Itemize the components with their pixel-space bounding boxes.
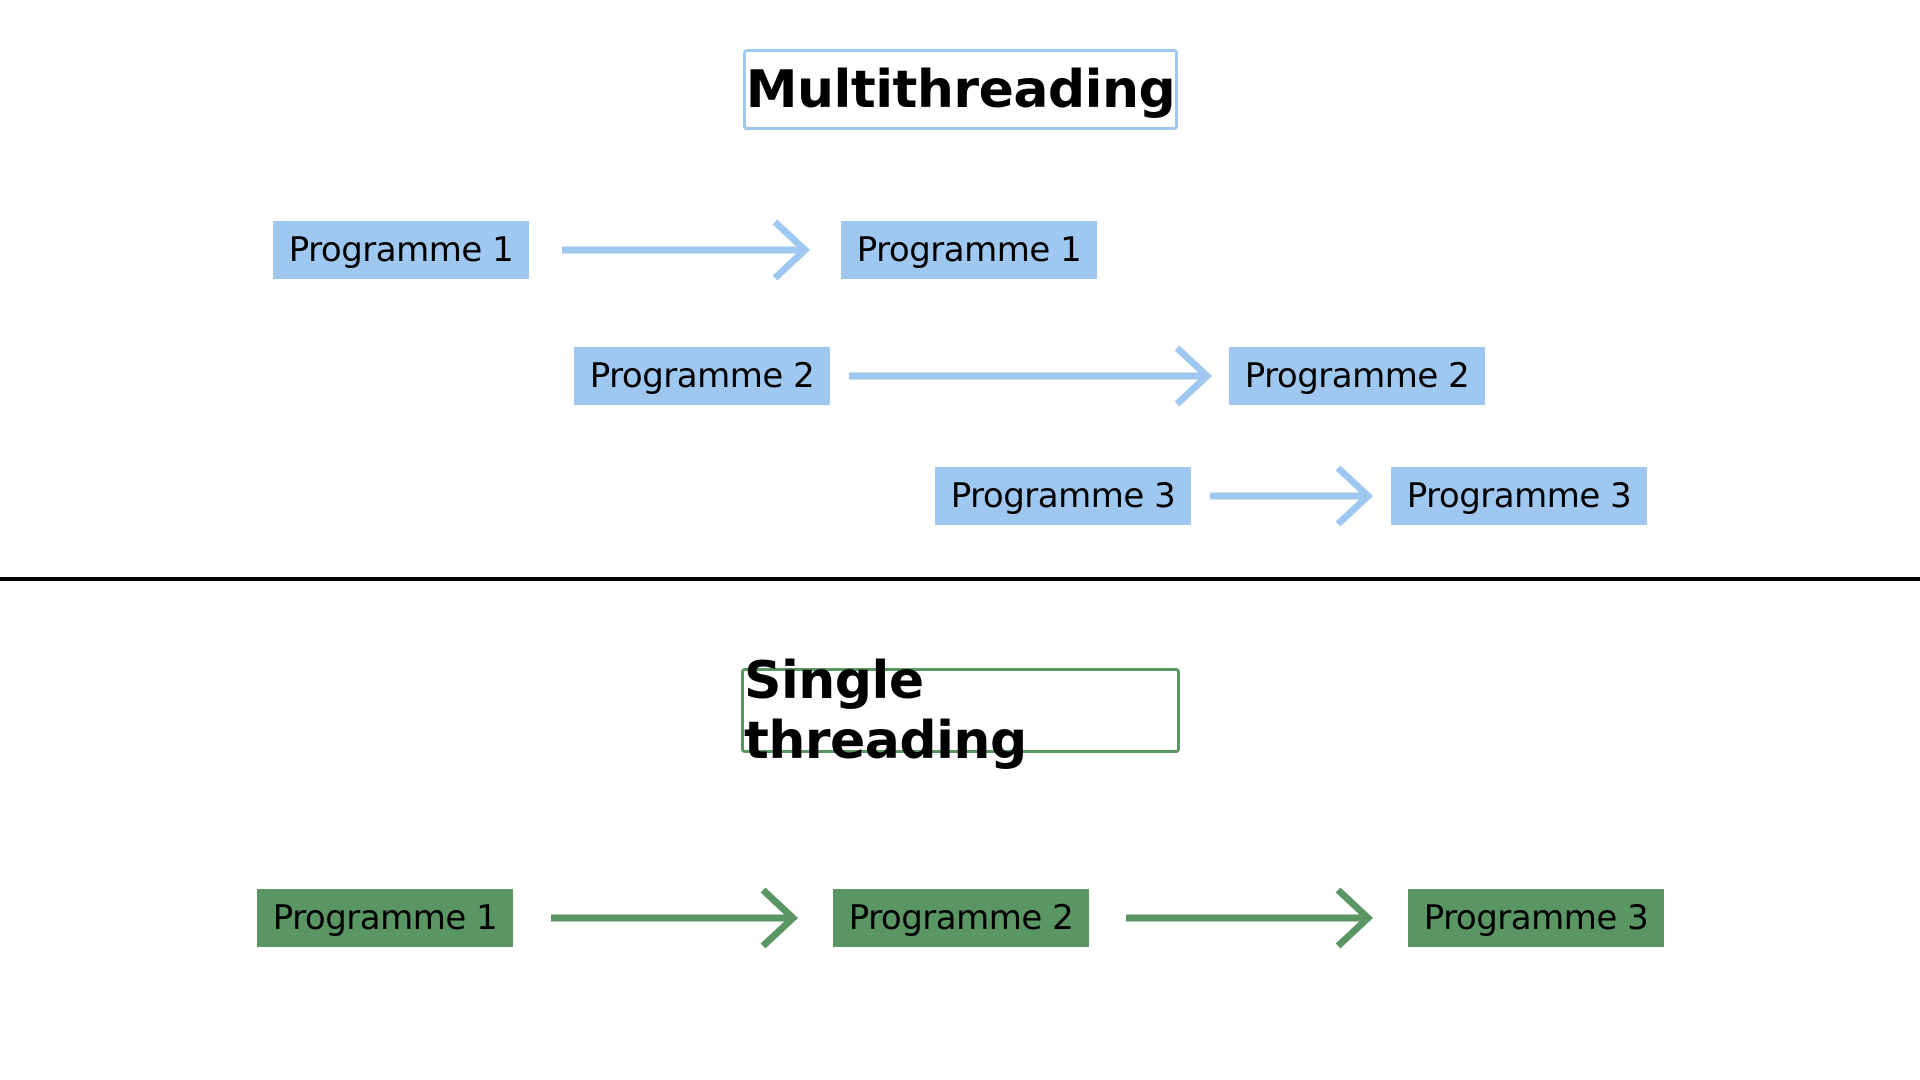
arrows-layer	[551, 219, 1374, 949]
mt-row3-arrow-icon	[1210, 465, 1374, 527]
st-arrow-1-icon	[551, 887, 799, 949]
mt-row1-arrow-icon	[562, 219, 811, 281]
mt-row2-arrow-icon	[849, 345, 1213, 407]
st-arrow-2-icon	[1126, 887, 1374, 949]
